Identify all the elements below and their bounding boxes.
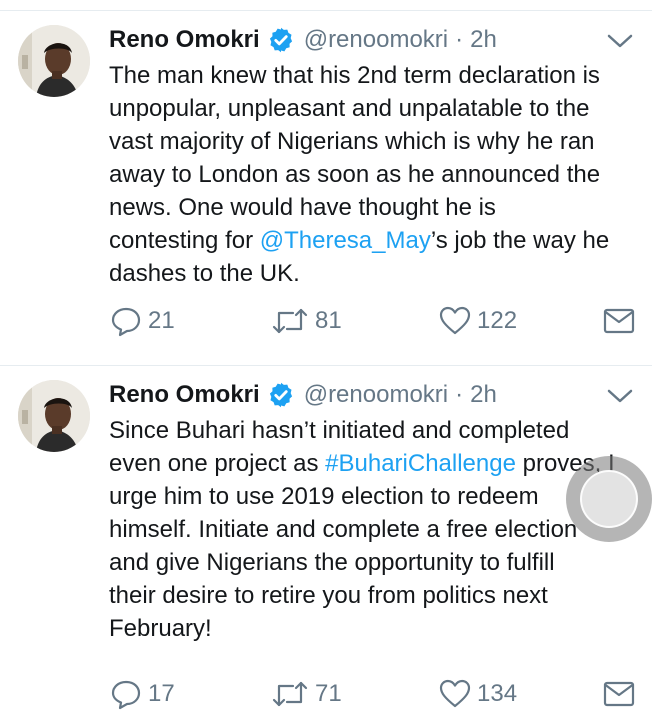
direct-message-button[interactable] [603, 674, 635, 714]
direct-message-button[interactable] [603, 301, 635, 341]
heart-icon [439, 679, 471, 708]
avatar[interactable] [18, 380, 90, 452]
tweet-text-line: urge him to use 2019 election to redeem [109, 483, 539, 510]
chevron-down-icon[interactable] [607, 33, 633, 49]
tweet-text-line: their desire to retire you from politics… [109, 582, 548, 609]
avatar[interactable] [18, 25, 90, 97]
tweet-text: The man knew that his 2nd term declarati… [109, 59, 639, 290]
retweet-count: 81 [315, 307, 342, 334]
retweet-icon [272, 308, 308, 334]
tweet-text-line: vast majority of Nigerians which is why … [109, 128, 595, 155]
tweet-text-line: Since Buhari hasn’t initiated and comple… [109, 417, 570, 444]
chevron-down-icon[interactable] [607, 388, 633, 404]
retweet-icon [272, 681, 308, 707]
text-segment: contesting for [109, 227, 260, 254]
text-segment: even one project as [109, 450, 326, 477]
separator-dot: · [455, 381, 464, 408]
tweet-text: Since Buhari hasn’t initiated and comple… [109, 414, 639, 645]
tweet-text-line: unpopular, unpleasant and unpalatable to… [109, 95, 590, 122]
like-count: 122 [477, 307, 518, 334]
retweet-count: 71 [315, 680, 342, 707]
tweet-header: Reno Omokri @renoomokri · 2h [109, 378, 497, 412]
tweet-header: Reno Omokri @renoomokri · 2h [109, 23, 497, 57]
timestamp[interactable]: 2h [470, 381, 497, 409]
verified-badge-icon [269, 27, 292, 53]
timestamp[interactable]: 2h [470, 26, 497, 54]
reply-icon [111, 307, 141, 337]
envelope-icon [603, 308, 635, 334]
tweet-text-line: The man knew that his 2nd term declarati… [109, 62, 600, 89]
author-handle[interactable]: @renoomokri [304, 26, 448, 54]
tweet-text-line: contesting for @Theresa_May’s job the wa… [109, 224, 639, 257]
tweet-text-line: news. One would have thought he is [109, 194, 496, 221]
verified-badge-icon [269, 382, 292, 408]
tweet-text-line: himself. Initiate and complete a free el… [109, 516, 578, 543]
mention-link[interactable]: @Theresa_May [260, 227, 431, 254]
like-count: 134 [477, 680, 518, 707]
author-handle[interactable]: @renoomokri [304, 381, 448, 409]
reply-icon [111, 680, 141, 710]
tweet[interactable]: Reno Omokri @renoomokri · 2h The man kne… [0, 11, 652, 366]
tweet-actions: 21 81 122 [0, 301, 652, 341]
tweet[interactable]: Reno Omokri @renoomokri · 2h Since Buhar… [0, 366, 652, 720]
reply-button[interactable]: 21 [110, 301, 175, 341]
reply-count: 21 [148, 307, 175, 334]
retweet-button[interactable]: 81 [271, 301, 342, 341]
assistive-touch-button[interactable] [566, 456, 652, 542]
author-name[interactable]: Reno Omokri [109, 26, 260, 54]
tweet-actions: 17 71 134 [0, 674, 652, 714]
reply-button[interactable]: 17 [110, 674, 175, 714]
tweet-text-line: dashes to the UK. [109, 260, 300, 287]
reply-count: 17 [148, 680, 175, 707]
separator-dot: · [455, 26, 464, 53]
retweet-button[interactable]: 71 [271, 674, 342, 714]
like-button[interactable]: 122 [439, 301, 517, 341]
top-divider [0, 0, 652, 11]
tweet-text-line: away to London as soon as he announced t… [109, 161, 601, 188]
envelope-icon [603, 681, 635, 707]
tweet-text-line: and give Nigerians the opportunity to fu… [109, 549, 555, 576]
assistive-touch-inner [580, 470, 638, 528]
text-segment: ’s job the way he [430, 227, 610, 254]
heart-icon [439, 306, 471, 335]
hashtag-link[interactable]: #BuhariChallenge [325, 450, 516, 477]
tweet-text-line: February! [109, 615, 212, 642]
tweet-text-line: even one project as #BuhariChallenge pro… [109, 447, 639, 480]
like-button[interactable]: 134 [439, 674, 517, 714]
author-name[interactable]: Reno Omokri [109, 381, 260, 409]
